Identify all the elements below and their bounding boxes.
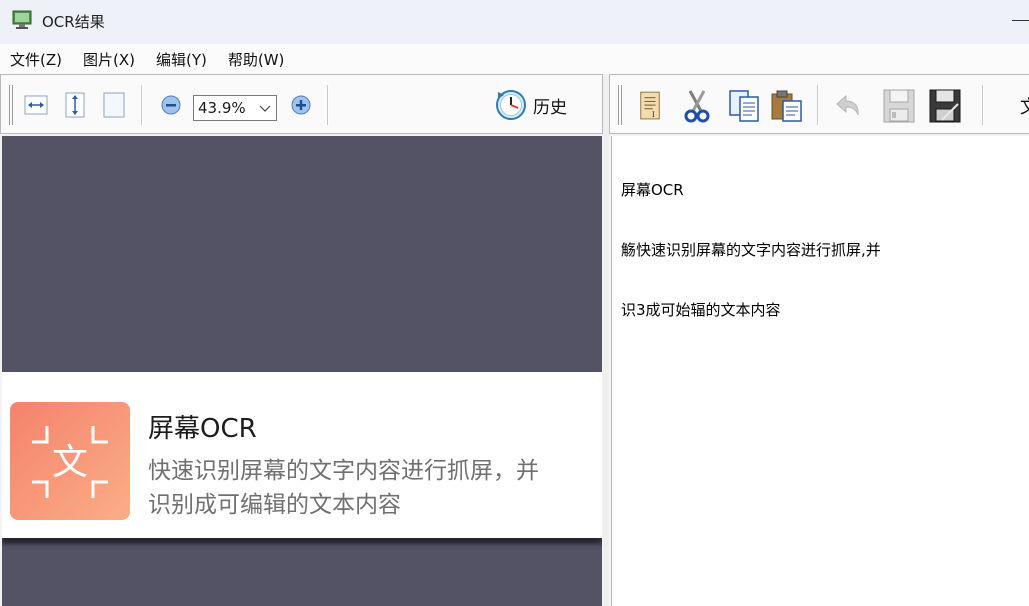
history-button[interactable]: 历史 — [495, 89, 567, 121]
toolbar-grip[interactable] — [9, 85, 13, 125]
ocr-text-line: 识3成可始辐的文本内容 — [621, 301, 781, 319]
preview-card: 文 屏幕OCR 快速识别屏幕的文字内容进行抓屏，并 识别成可编辑的文本内容 — [2, 372, 602, 538]
image-pane: 43.9% 历史 文 屏幕OCR 快速识别屏幕的文字内容进行抓屏，并 识别成可编… — [0, 74, 603, 606]
ocr-text-line: 觞快速识别屏幕的文字内容迸行抓屏,并 — [621, 241, 881, 259]
menu-edit[interactable]: 编辑(Y) — [156, 49, 207, 70]
zoom-select[interactable]: 43.9% — [193, 95, 277, 121]
zoom-in-icon — [291, 95, 311, 115]
zoom-out-icon — [161, 95, 181, 115]
card-desc-line: 快速识别屏幕的文字内容进行抓屏，并 — [148, 458, 539, 484]
image-preview[interactable]: 文 屏幕OCR 快速识别屏幕的文字内容进行抓屏，并 识别成可编辑的文本内容 — [2, 136, 602, 606]
menu-help[interactable]: 帮助(W) — [228, 49, 285, 70]
toolbar-separator — [327, 85, 329, 125]
toolbar-separator — [982, 85, 984, 125]
save-as-button[interactable] — [928, 88, 964, 124]
menu-image[interactable]: 图片(X) — [83, 49, 135, 70]
text-toolbar: I — [609, 74, 1029, 134]
save-button[interactable] — [882, 88, 916, 124]
history-label: 历史 — [533, 97, 567, 118]
zoom-in-button[interactable] — [289, 93, 313, 117]
toolbar-separator — [141, 85, 143, 125]
save-as-icon — [929, 89, 961, 123]
fit-width-icon — [24, 95, 48, 115]
copy-icon — [729, 90, 759, 122]
copy-button[interactable] — [728, 89, 762, 123]
minimize-button[interactable] — [1012, 20, 1029, 21]
format-button[interactable]: I — [638, 90, 662, 122]
history-clock-icon — [496, 90, 526, 120]
window-title: OCR结果 — [42, 13, 105, 31]
text-pane: I 屏幕OCR 觞快速识别屏幕的文字内容迸行抓屏,并 识3成可始辐的文本内容 — [609, 74, 1029, 606]
format-icon: I — [640, 91, 660, 120]
toolbar-grip[interactable] — [618, 85, 622, 125]
image-toolbar: 43.9% 历史 — [0, 74, 603, 134]
cut-button[interactable] — [682, 89, 712, 123]
text-toolbar-label[interactable]: 文 — [1020, 93, 1029, 119]
ocr-text-editor[interactable]: 屏幕OCR 觞快速识别屏幕的文字内容迸行抓屏,并 识3成可始辐的文本内容 — [611, 136, 1029, 606]
fit-height-icon — [65, 92, 85, 118]
paste-button[interactable] — [770, 89, 804, 123]
card-desc-line: 识别成可编辑的文本内容 — [148, 492, 401, 518]
paste-icon — [771, 90, 802, 122]
screen-ocr-icon: 文 — [10, 402, 130, 520]
card-description: 快速识别屏幕的文字内容进行抓屏，并 识别成可编辑的文本内容 — [148, 454, 598, 522]
title-bar: OCR结果 — [0, 0, 1029, 44]
toolbar-separator — [817, 85, 819, 125]
card-icon-glyph: 文 — [52, 442, 88, 483]
undo-button[interactable] — [834, 92, 862, 120]
zoom-value: 43.9% — [198, 99, 246, 117]
svg-text:I: I — [652, 110, 655, 119]
undo-icon — [836, 94, 859, 116]
ocr-text-line: 屏幕OCR — [621, 181, 684, 199]
card-title: 屏幕OCR — [148, 414, 257, 444]
menu-bar: 文件(Z) 图片(X) 编辑(Y) 帮助(W) — [0, 44, 1029, 74]
cut-icon — [684, 90, 710, 123]
fit-height-button[interactable] — [63, 92, 87, 118]
menu-file[interactable]: 文件(Z) — [10, 49, 62, 70]
fit-width-button[interactable] — [24, 93, 48, 117]
app-icon — [12, 10, 32, 29]
zoom-out-button[interactable] — [159, 93, 183, 117]
save-icon — [883, 89, 915, 123]
chevron-down-icon — [259, 105, 271, 112]
actual-size-button[interactable] — [102, 92, 126, 118]
screen-ocr-glyph: 文 — [32, 426, 108, 498]
actual-size-icon — [103, 92, 125, 118]
